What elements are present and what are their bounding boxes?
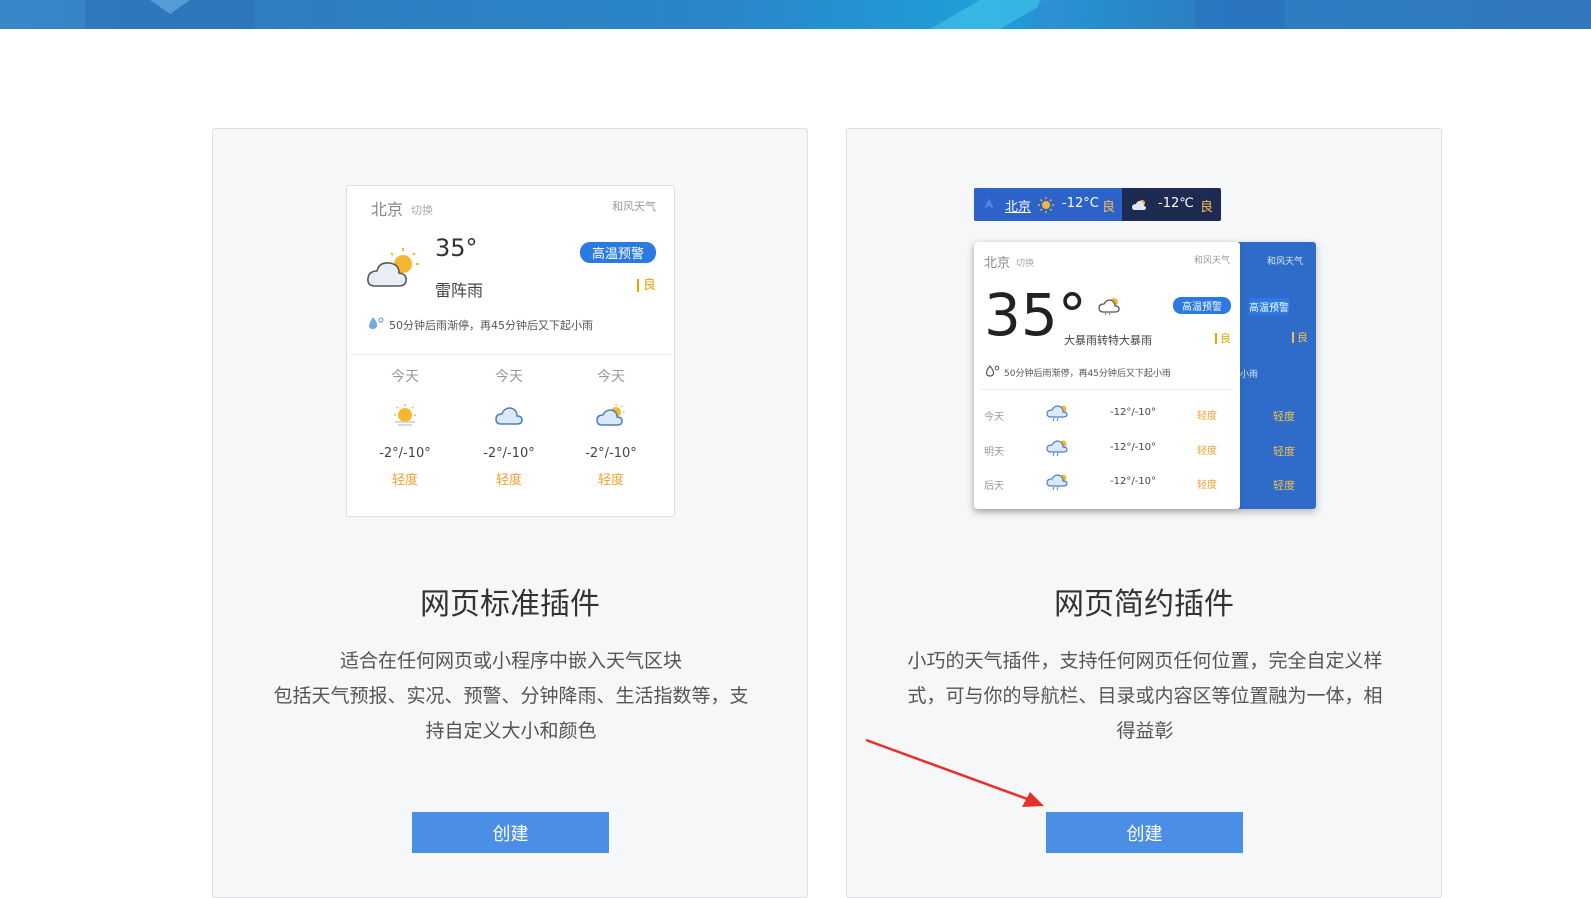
widget-switch-link: 切换 <box>411 204 433 217</box>
aqi-label: 良 <box>636 279 656 292</box>
description-line: 式，可与你的导航栏、目录或内容区等位置融为一体，相 <box>907 685 1383 707</box>
thunder-rain-icon <box>1046 474 1068 491</box>
forecast-row: 明天 -12°/-10° 轻度 <box>974 433 1240 467</box>
forecast-range: -2°/-10° <box>379 446 431 461</box>
widget-switch-link: 切换 <box>1016 259 1035 269</box>
card-description: 适合在任何网页或小程序中嵌入天气区块 包括天气预报、实况、预警、分钟降雨、生活指… <box>263 644 759 749</box>
thunder-rain-icon <box>1046 440 1068 457</box>
bar-city-link[interactable]: 北京 <box>1005 196 1031 215</box>
widget-divider <box>980 389 1234 390</box>
forecast-day-label: 明天 <box>984 447 1004 458</box>
forecast-range: -2°/-10° <box>585 446 637 461</box>
card-title: 网页简约插件 <box>1054 587 1234 622</box>
forecast-range: -12°/-10° <box>1110 442 1157 453</box>
forecast-day-label: 今天 <box>984 412 1004 423</box>
forecast-level: 轻度 <box>597 473 624 488</box>
create-standard-button[interactable]: 创建 <box>412 812 609 853</box>
minute-rain-text: 50分钟后雨渐停，再45分钟后又下起小雨 <box>389 319 593 332</box>
rain-drop-icon <box>985 365 1000 377</box>
thunder-cloud-icon <box>367 248 419 287</box>
widget-brand: 和风天气 <box>1193 256 1230 266</box>
panel-alert: 高温预警 <box>1249 298 1289 315</box>
panel-aqi: 良 <box>1292 332 1308 343</box>
widget-city: 北京 <box>984 256 1011 271</box>
description-line: 持自定义大小和颜色 <box>425 720 597 742</box>
thunder-rain-icon <box>1046 405 1068 422</box>
panel-brand: 和风天气 <box>1267 257 1304 267</box>
description-line: 得益彰 <box>1116 720 1174 742</box>
card-description: 小巧的天气插件，支持任何网页任何位置，完全自定义样 式，可与你的导航栏、目录或内… <box>897 644 1393 749</box>
forecast-day-label: 今天 <box>495 369 523 385</box>
panel-level: 轻度 <box>1273 410 1295 423</box>
partly-cloudy-icon <box>1132 200 1146 210</box>
sun-haze-icon <box>360 396 450 436</box>
panel-level: 轻度 <box>1273 445 1295 458</box>
forecast-range: -2°/-10° <box>483 446 535 461</box>
forecast-day-label: 后天 <box>984 481 1004 492</box>
description-line: 适合在任何网页或小程序中嵌入天气区块 <box>339 650 682 672</box>
forecast-level: 轻度 <box>1197 480 1217 491</box>
forecast-day: 今天 -2°/-10° 轻度 <box>566 366 656 488</box>
create-simple-button[interactable]: 创建 <box>1046 812 1243 853</box>
widget-brand: 和风天气 <box>612 200 656 213</box>
widget-temperature: 35° <box>435 234 478 262</box>
description-line: 小巧的天气插件，支持任何网页任何位置，完全自定义样 <box>907 650 1383 672</box>
forecast-level: 轻度 <box>1197 411 1217 422</box>
forecast-day: 今天 -2°/-10° 轻度 <box>360 366 450 488</box>
widget-condition: 大暴雨转特大暴雨 <box>1064 334 1152 347</box>
cloud-icon <box>464 396 554 436</box>
standard-plugin-card: 北京 切换 和风天气 35° 雷阵雨 高温预警 良 50分钟后雨渐停，再45分钟… <box>212 128 808 898</box>
forecast-day: 今天 -2°/-10° 轻度 <box>464 366 554 488</box>
forecast-range: -12°/-10° <box>1110 476 1157 487</box>
widget-condition: 雷阵雨 <box>435 281 484 300</box>
banner-decoration <box>85 0 1285 29</box>
simple-plugin-card: 北京 -12°C 良 -12℃ 良 和风天气 高温预警 良 小雨 轻度 轻度 轻… <box>846 128 1442 898</box>
high-temp-alert-badge: 高温预警 <box>579 242 656 263</box>
location-icon <box>984 198 994 209</box>
standard-widget-preview: 北京 切换 和风天气 35° 雷阵雨 高温预警 良 50分钟后雨渐停，再45分钟… <box>346 185 675 517</box>
top-banner <box>0 0 1591 29</box>
rain-drop-icon <box>369 317 384 329</box>
sun-icon <box>1038 197 1054 213</box>
widget-divider <box>351 354 670 355</box>
widget-city: 北京 <box>371 200 404 219</box>
bar-temp-2: -12℃ <box>1158 196 1194 211</box>
minute-rain-text: 50分钟后雨渐停，再45分钟后又下起小雨 <box>1004 369 1171 379</box>
forecast-level: 轻度 <box>391 473 418 488</box>
forecast-row: 今天 -12°/-10° 轻度 <box>974 398 1240 432</box>
thunder-rain-icon <box>1098 298 1120 316</box>
panel-level: 轻度 <box>1273 479 1295 492</box>
forecast-level: 轻度 <box>495 473 522 488</box>
partly-cloudy-icon <box>566 396 656 436</box>
description-line: 包括天气预报、实况、预警、分钟降雨、生活指数等，支 <box>273 685 749 707</box>
bar-aqi-1: 良 <box>1102 200 1116 215</box>
bar-temp-1: -12°C <box>1062 196 1099 211</box>
aqi-label: 良 <box>1215 333 1231 344</box>
forecast-range: -12°/-10° <box>1110 407 1157 418</box>
bar-aqi-2: 良 <box>1200 200 1214 215</box>
forecast-day-label: 今天 <box>597 369 625 385</box>
simple-widget-preview: 北京 切换 和风天气 35° 大暴雨转特大暴雨 高温预警 良 50分钟后雨渐停，… <box>974 242 1240 509</box>
forecast-row: 后天 -12°/-10° 轻度 <box>974 467 1240 501</box>
forecast-level: 轻度 <box>1197 446 1217 457</box>
high-temp-alert-badge: 高温预警 <box>1173 297 1231 314</box>
simple-bar-preview: 北京 -12°C 良 -12℃ 良 <box>974 188 1221 221</box>
card-title: 网页标准插件 <box>420 587 600 622</box>
forecast-day-label: 今天 <box>391 369 419 385</box>
panel-minute-tail: 小雨 <box>1240 370 1259 380</box>
